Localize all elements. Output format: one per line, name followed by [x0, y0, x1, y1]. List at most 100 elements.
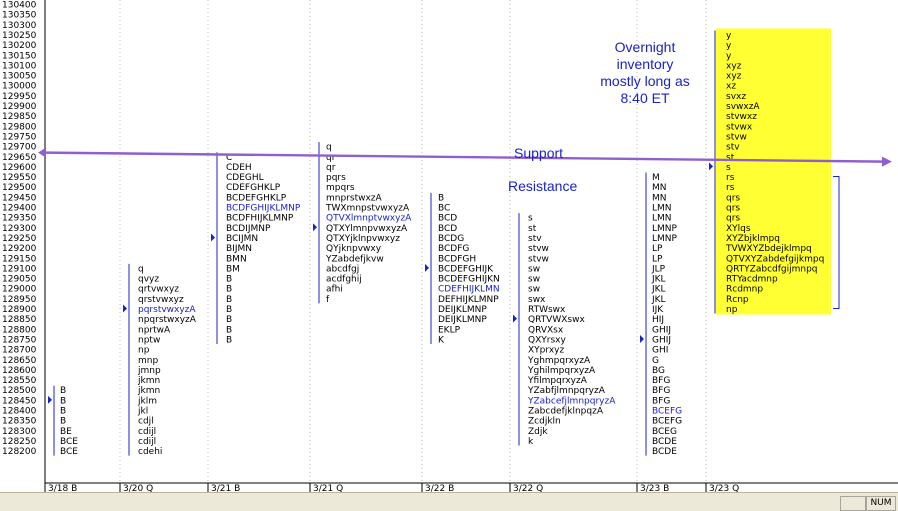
profile-row: y [726, 41, 732, 51]
profile-row: GHIJ [652, 335, 671, 345]
profile-row: DEIJKLMNP [438, 315, 487, 325]
profile-row: M [652, 173, 660, 183]
profile-row: stvwx [726, 122, 753, 132]
y-tick-label-25: 129150 [2, 254, 37, 264]
profile-row: HIJ [652, 315, 664, 325]
profile-row: DEIJKLMNP [438, 305, 487, 315]
y-tick-label-34: 128700 [2, 346, 37, 356]
status-num-indicator: NUM [866, 496, 896, 511]
profile-row: G [652, 356, 659, 366]
y-tick-label-41: 128350 [2, 417, 37, 427]
profile-row: XYlqs [726, 224, 751, 234]
profile-row: mnprstwxzA [326, 193, 383, 203]
profile-row: q [138, 264, 144, 274]
profile-row: cdjl [138, 417, 154, 427]
profile-row: BCDE [652, 447, 677, 457]
y-tick-label-11: 129850 [2, 112, 37, 122]
profile-1: qqvyzqrtvwxyzqrstvwxyzpqrstvwxyzAnpqrstw… [123, 263, 197, 457]
profile-row: qrs [726, 193, 740, 203]
profile-row: jmnp [137, 366, 161, 376]
y-tick-label-37: 128550 [2, 376, 37, 386]
y-tick-label-38: 128500 [2, 386, 37, 396]
profile-row: QRTVWXswx [528, 315, 585, 325]
profile-row: QRVXsx [528, 325, 564, 335]
profile-row: BCDFG [438, 244, 469, 254]
profile-row: jkmn [137, 386, 160, 396]
profile-row: stv [726, 143, 740, 153]
profile-row: QTXYjklnpvwxyz [326, 234, 400, 244]
profile-row: stvw [726, 132, 747, 142]
profile-row: afhi [326, 285, 343, 295]
profile-row: xyz [726, 61, 742, 71]
profile-row: npqrstwxyzA [138, 315, 197, 325]
y-tick-label-24: 129200 [2, 244, 37, 254]
profile-6: MMNMNLMNLMNLMNPLMNPLPLPJLPJKLJKLJKLIJKHI… [640, 172, 682, 457]
y-tick-label-23: 129250 [2, 234, 37, 244]
profile-row: BCDFGHIJKLMNP [226, 204, 301, 214]
profile-row: Rcnp [726, 295, 749, 305]
profile-row: q [326, 143, 332, 153]
profile-4: BBCBCDBCDBCDGBCDFGBCDFGHBCDEFGHIJKBCDEFG… [425, 192, 500, 345]
profile-row: B [226, 295, 232, 305]
y-tick-label-3: 130250 [2, 31, 37, 41]
profile-5: sststvstvwstvwswswswswxRTWswxQRTVWXswxQR… [513, 213, 616, 447]
profile-row: xyz [726, 72, 742, 82]
profile-row: B [438, 193, 444, 203]
profile-row: YghmpqrxyzA [527, 356, 591, 366]
y-tick-label-19: 129450 [2, 193, 37, 203]
profile-row: JKL [651, 285, 666, 295]
profile-row: swx [528, 295, 546, 305]
profile-row: y [726, 51, 732, 61]
profile-row: f [326, 295, 330, 305]
profile-row: Rcdmnp [726, 285, 763, 295]
profile-0: BBBBBEBCEBCE [48, 385, 78, 457]
y-tick-label-4: 130200 [2, 41, 37, 51]
profile-row: Zcdjkln [528, 417, 561, 427]
profile-row: YZabcefjlmnpqryzA [527, 396, 616, 406]
profile-row: BM [226, 264, 240, 274]
profile-row: YghilmpqrxyzA [527, 366, 596, 376]
y-tick-label-22: 129300 [2, 224, 37, 234]
profile-row: CDEH [226, 163, 252, 173]
status-cell-blank [840, 496, 866, 511]
poc-marker [425, 263, 429, 272]
profile-row: LP [652, 244, 663, 254]
profile-row: BCEFG [652, 417, 682, 427]
profile-row: JLP [651, 264, 666, 274]
profile-row: RTWswx [528, 305, 566, 315]
profile-row: nptw [138, 335, 160, 345]
profile-row: qrtvwxyz [138, 285, 179, 295]
profile-row: B [226, 325, 232, 335]
profile-row: st [726, 153, 735, 163]
profile-row: k [528, 437, 534, 447]
profile-row: sw [528, 275, 540, 285]
profile-row: LMNP [652, 224, 678, 234]
y-tick-label-17: 129550 [2, 173, 37, 183]
profile-row: YfilmpqrxyzA [527, 376, 588, 386]
y-tick-label-43: 128250 [2, 437, 37, 447]
y-tick-label-12: 129800 [2, 122, 37, 132]
profile-row: QTVXlmnptvwxyzA [326, 214, 412, 224]
profile-row: LMNP [652, 234, 678, 244]
profile-row: GHI [652, 346, 668, 356]
profile-row: YZabfjlmnpqryzA [527, 386, 606, 396]
status-bar: NUM [0, 492, 898, 511]
overnight-range-bracket [833, 176, 840, 309]
y-tick-label-42: 128300 [2, 427, 37, 437]
y-tick-label-33: 128750 [2, 335, 37, 345]
profile-row: BCE [60, 447, 78, 457]
profile-row: rs [726, 173, 735, 183]
profile-row: B [226, 285, 232, 295]
profile-row: np [138, 346, 150, 356]
support-arrow-left [38, 147, 46, 158]
profile-row: YZabdefjkvw [325, 254, 384, 264]
y-tick-label-32: 128800 [2, 325, 37, 335]
profile-row: s [528, 214, 533, 224]
poc-marker [211, 233, 215, 242]
y-tick-label-39: 128450 [2, 396, 37, 406]
profile-row: np [726, 305, 738, 315]
profile-row: abcdfgj [326, 264, 359, 274]
profile-row: qrstvwxyz [138, 295, 184, 305]
profile-row: K [438, 335, 445, 345]
profile-row: B [60, 417, 66, 427]
